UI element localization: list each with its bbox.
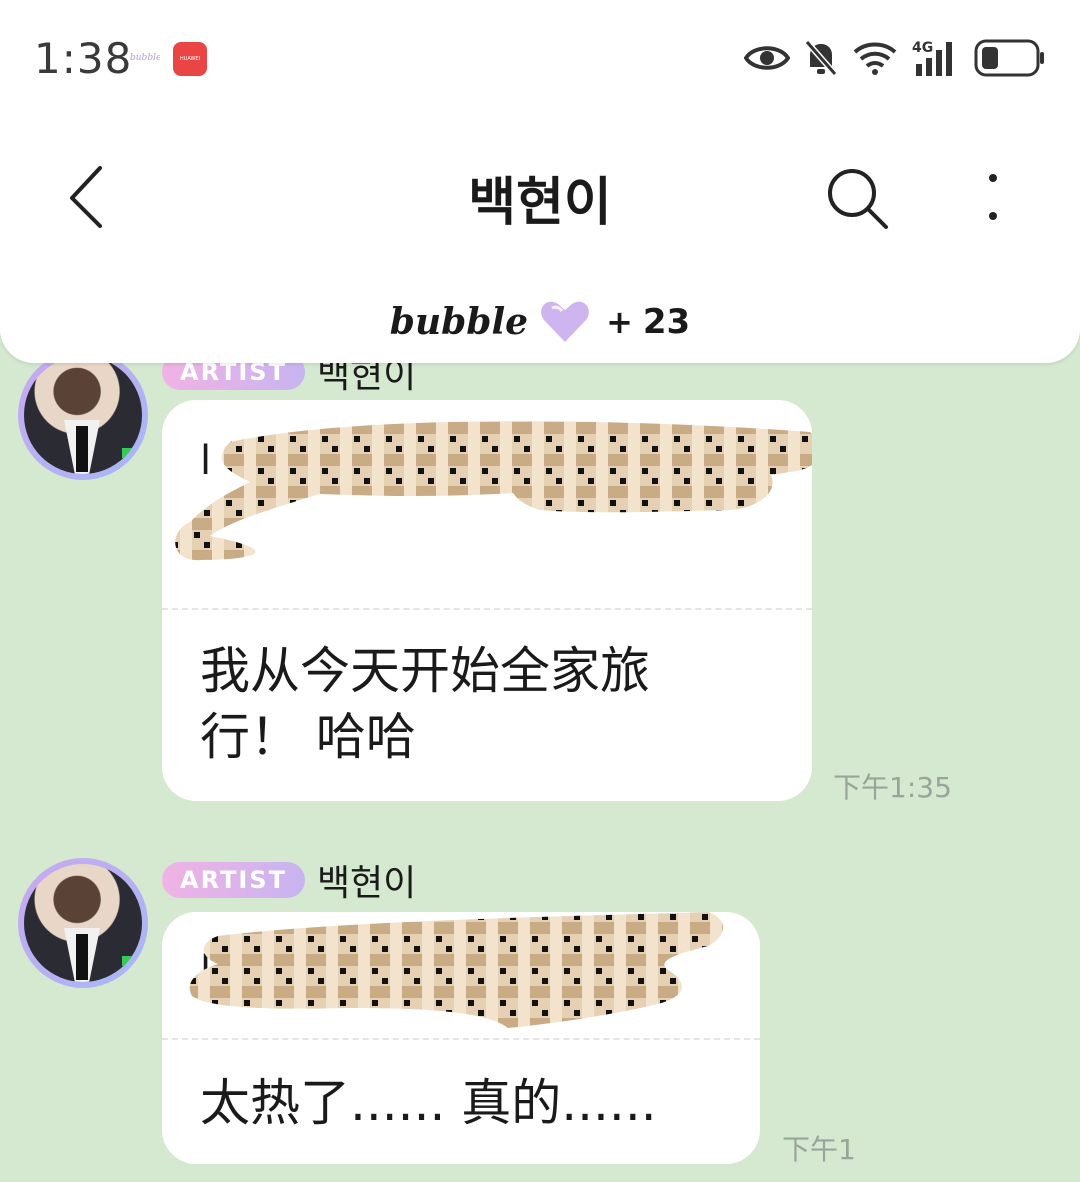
eye-icon (744, 46, 790, 70)
heart-icon (541, 301, 589, 342)
letter-count: 23 (642, 302, 691, 342)
sender-name: 백현이 (316, 863, 417, 904)
translation-text: 太热了...... 真的...... (200, 1070, 657, 1136)
status-time: 1:38 (34, 34, 133, 83)
search-button[interactable] (824, 165, 890, 231)
avatar[interactable] (18, 858, 148, 988)
search-icon (828, 169, 888, 229)
signal-4g-icon: 4G (912, 40, 952, 76)
huawei-label: HUAWEI (179, 56, 201, 62)
message-time: 下午1:35 (833, 771, 952, 804)
avatar-photo (24, 356, 142, 474)
bubble-subscription-row[interactable]: bubble + 23 (0, 298, 1080, 346)
original-text-redacted: l (162, 400, 812, 608)
message-bubble[interactable]: l 我从今天开始全家旅 行！ 哈哈 (162, 400, 812, 801)
artist-tag: ARTIST (162, 862, 305, 898)
chat-header: 백현이 bubble + 23 (0, 120, 1080, 363)
svg-text:4G: 4G (912, 40, 933, 56)
message-bubble[interactable]: l 太热了...... 真的...... (162, 912, 760, 1164)
avatar[interactable] (18, 350, 148, 480)
translation-divider (162, 608, 812, 610)
chat-title: 백현이 (468, 173, 612, 233)
status-bar: 1:38 bubble HUAWEI 4G (0, 0, 1080, 120)
wifi-icon (853, 42, 897, 75)
message-time: 下午1 (782, 1133, 856, 1166)
translation-line: 太热了...... 真的...... (200, 1074, 657, 1132)
redaction-scribble (189, 912, 723, 1028)
more-vertical-icon (989, 174, 997, 220)
translation-divider (162, 1038, 760, 1040)
original-text-redacted: l (162, 912, 760, 1038)
translation-line: 行！ 哈哈 (200, 708, 416, 766)
translation-text: 我从今天开始全家旅 行！ 哈哈 (200, 638, 650, 770)
avatar-photo (24, 864, 142, 982)
battery-icon (974, 39, 1044, 77)
bell-muted-icon (804, 40, 838, 76)
huawei-appgallery-icon: HUAWEI (173, 42, 207, 76)
bubble-app-notification-icon: bubble (130, 53, 160, 63)
plus-sign: + (606, 303, 633, 341)
more-options-button[interactable] (975, 168, 1011, 228)
svg-text:bubble: bubble (130, 53, 160, 63)
sender-row: ARTIST 백현이 (162, 854, 416, 906)
redaction-scribble (175, 421, 812, 561)
status-icons: 4G (744, 36, 1046, 80)
bubble-logo: bubble (389, 301, 529, 343)
translation-line: 我从今天开始全家旅 (200, 642, 650, 700)
